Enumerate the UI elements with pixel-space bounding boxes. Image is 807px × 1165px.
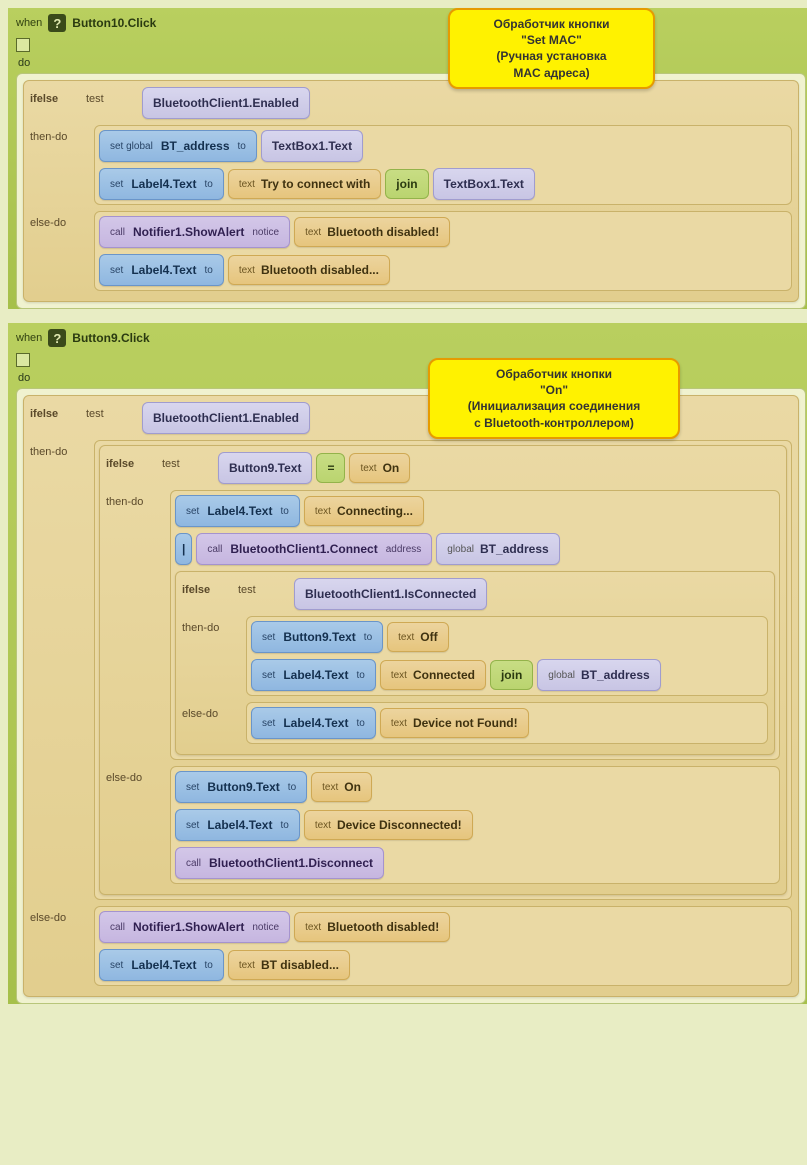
getter-textbox1-b[interactable]: TextBox1.Text: [433, 168, 535, 200]
set-label4-disabled[interactable]: set Label4.Text to text Bluetooth disabl…: [99, 254, 787, 286]
test-label: test: [86, 87, 136, 105]
collapse-toggle[interactable]: [16, 38, 30, 52]
help-icon[interactable]: ?: [48, 329, 66, 347]
getter-bt-enabled[interactable]: BluetoothClient1.Enabled: [142, 87, 310, 119]
text-try-connect[interactable]: text Try to connect with: [228, 169, 381, 199]
text-on[interactable]: textOn: [349, 453, 410, 483]
join-op[interactable]: join: [385, 169, 428, 199]
set-global-btaddr[interactable]: set global BT_address to TextBox1.Text: [99, 130, 787, 162]
ifelse-outer[interactable]: ifelse test BluetoothClient1.Enabled the…: [23, 395, 799, 997]
getter-btn9text[interactable]: Button9.Text: [218, 452, 312, 484]
else-do-label: else-do: [30, 906, 88, 924]
comment-set-mac: Обработчик кнопки "Set MAC" (Ручная уста…: [448, 8, 655, 89]
then-do-label: then-do: [30, 440, 88, 458]
ifelse-label: ifelse: [30, 87, 80, 105]
event-button10-click[interactable]: when ? Button10.Click do ifelse test Blu…: [8, 8, 807, 309]
ifelse-btn9text[interactable]: ifelse test Button9.Text = textOn: [99, 445, 787, 895]
do-label: do: [18, 57, 806, 69]
text-bt-disabled[interactable]: text Bluetooth disabled!: [294, 217, 450, 247]
help-icon[interactable]: ?: [48, 14, 66, 32]
when-label: when: [16, 17, 42, 29]
ifelse-isconnected[interactable]: ifelse test BluetoothClient1.IsConnected…: [175, 571, 775, 755]
set-label4-notfound[interactable]: setLabel4.Textto textDevice not Found!: [251, 707, 763, 739]
then-do-label: then-do: [30, 125, 88, 143]
set-label4-tryconnect[interactable]: set Label4.Text to text Try to connect w…: [99, 168, 787, 200]
comment-on: Обработчик кнопки "On" (Инициализация со…: [428, 358, 680, 439]
getter-isconnected[interactable]: BluetoothClient1.IsConnected: [294, 578, 487, 610]
call-bt-disconnect[interactable]: callBluetoothClient1.Disconnect: [175, 847, 775, 879]
set-label4-connected[interactable]: setLabel4.Textto textConnected join glob…: [251, 659, 763, 691]
test-label: test: [86, 402, 136, 420]
set-btn9-on[interactable]: setButton9.Textto textOn: [175, 771, 775, 803]
event-button9-click[interactable]: when ? Button9.Click do ifelse test Blue…: [8, 323, 807, 1004]
call-notifier-2[interactable]: callNotifier1.ShowAlertnotice textBlueto…: [99, 911, 787, 943]
getter-bt-enabled-2[interactable]: BluetoothClient1.Enabled: [142, 402, 310, 434]
ifelse-block[interactable]: ifelse test BluetoothClient1.Enabled the…: [23, 80, 799, 302]
set-btn9-off[interactable]: setButton9.Textto textOff: [251, 621, 763, 653]
text-bt-disabled-dots[interactable]: text Bluetooth disabled...: [228, 255, 390, 285]
set-label4-connecting[interactable]: setLabel4.Textto textConnecting...: [175, 495, 775, 527]
when-label: when: [16, 332, 42, 344]
getter-textbox1[interactable]: TextBox1.Text: [261, 130, 363, 162]
event-title: Button9.Click: [72, 331, 149, 345]
collapse-toggle[interactable]: [16, 353, 30, 367]
call-bt-connect[interactable]: | callBluetoothClient1.Connectaddress gl…: [175, 533, 775, 565]
set-label4-btshort[interactable]: setLabel4.Textto textBT disabled...: [99, 949, 787, 981]
equals-op[interactable]: =: [316, 453, 345, 483]
else-do-label: else-do: [30, 211, 88, 229]
do-label: do: [18, 372, 806, 384]
ifelse-label: ifelse: [30, 402, 80, 420]
event-title: Button10.Click: [72, 16, 156, 30]
set-label4-disconnected[interactable]: setLabel4.Textto textDevice Disconnected…: [175, 809, 775, 841]
call-notifier-1[interactable]: call Notifier1.ShowAlert notice text Blu…: [99, 216, 787, 248]
